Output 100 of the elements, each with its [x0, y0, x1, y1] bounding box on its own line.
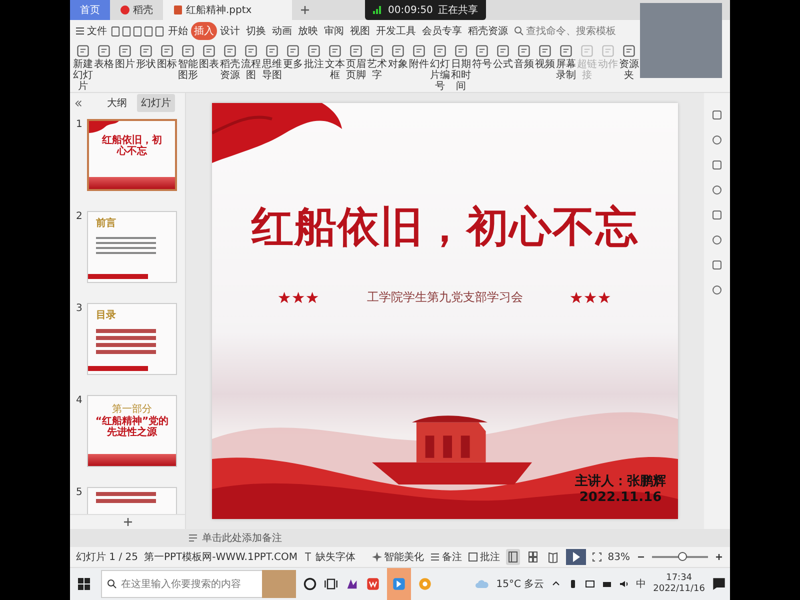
toolbar-button[interactable]: 音频: [514, 44, 534, 70]
collapse-icon[interactable]: [74, 98, 83, 108]
document-icon[interactable]: [122, 26, 131, 36]
sidebar-tool-icon[interactable]: [711, 284, 723, 296]
task-view-icon[interactable]: [324, 577, 338, 591]
toolbar-button[interactable]: 视频: [535, 44, 555, 70]
toolbar-button[interactable]: 智能图形: [178, 44, 198, 81]
app-icon: [392, 577, 406, 591]
toolbar-button[interactable]: 图标: [157, 44, 177, 70]
toolbar-button[interactable]: 幻灯片编号: [430, 44, 450, 92]
document-icon[interactable]: [144, 26, 153, 36]
play-button[interactable]: [566, 549, 586, 565]
app-icon[interactable]: [345, 577, 359, 591]
zoom-in-icon[interactable]: [714, 552, 724, 562]
toolbar-button[interactable]: 文本框: [325, 44, 345, 81]
notes-button[interactable]: 备注: [430, 550, 462, 564]
toolbar-button[interactable]: 屏幕录制: [556, 44, 576, 81]
toolbar-button[interactable]: 对象: [388, 44, 408, 70]
input-method-indicator[interactable]: 中: [636, 577, 646, 591]
toolbar-button[interactable]: 图表: [199, 44, 219, 70]
bar-drawing: [88, 366, 148, 371]
circle-icon[interactable]: [303, 577, 317, 591]
tool-icon: [433, 44, 447, 58]
toolbar-button[interactable]: 附件: [409, 44, 429, 70]
document-icon[interactable]: [111, 26, 120, 36]
menu-tab[interactable]: 插入: [191, 22, 217, 40]
menu-tab[interactable]: 稻壳资源: [465, 22, 511, 40]
toolbar-button[interactable]: 日期和时间: [451, 44, 471, 92]
menu-tab[interactable]: 动画: [269, 22, 295, 40]
missing-fonts-button[interactable]: 缺失字体: [303, 550, 356, 564]
app-icon[interactable]: [366, 577, 380, 591]
toolbar-button[interactable]: 符号: [472, 44, 492, 70]
tool-icon: [349, 44, 363, 58]
fit-icon[interactable]: [592, 552, 602, 562]
toolbar-button[interactable]: 稻壳资源: [220, 44, 240, 81]
comments-button[interactable]: 批注: [468, 550, 500, 564]
windows-logo-icon[interactable]: [78, 578, 90, 590]
slider-thumb[interactable]: [678, 552, 687, 561]
sidebar-tool-icon[interactable]: [711, 209, 723, 221]
toolbar-button[interactable]: 资源夹: [619, 44, 639, 81]
view-button[interactable]: [506, 549, 520, 565]
menu-tab[interactable]: 会员专享: [419, 22, 465, 40]
toolbar-button[interactable]: 批注: [304, 44, 324, 70]
menu-tab[interactable]: 放映: [295, 22, 321, 40]
sidebar-tool-icon[interactable]: [711, 134, 723, 146]
notes-field[interactable]: 单击此处添加备注: [70, 529, 730, 547]
toolbar-button[interactable]: 公式: [493, 44, 513, 70]
toolbar-button[interactable]: 艺术字: [367, 44, 387, 81]
toolbar-button[interactable]: 页眉页脚: [346, 44, 366, 81]
document-icon[interactable]: [155, 26, 164, 36]
search-field[interactable]: 查找命令、搜索模板: [526, 26, 642, 36]
menu-tab[interactable]: 切换: [243, 22, 269, 40]
grid-view-icon: [528, 551, 538, 563]
toolbar-button[interactable]: 更多: [283, 44, 303, 70]
tool-icon: [517, 44, 531, 58]
tool-icon: [475, 44, 489, 58]
sidebar-tool-icon[interactable]: [711, 184, 723, 196]
slide-number: 4: [76, 395, 84, 408]
font-icon: [303, 552, 314, 562]
sidebar-tool-icon[interactable]: [711, 259, 723, 271]
menu-tab[interactable]: 视图: [347, 22, 373, 40]
file-menu[interactable]: 文件: [72, 24, 110, 38]
sidebar-tool-icon[interactable]: [711, 234, 723, 246]
tray-icon[interactable]: [585, 579, 596, 589]
notification-icon[interactable]: [712, 577, 726, 591]
document-tab[interactable]: 首页: [70, 0, 110, 20]
beautify-button[interactable]: 智能美化: [372, 550, 424, 564]
tool-icon: [223, 44, 237, 58]
menu-tab[interactable]: 审阅: [321, 22, 347, 40]
play-icon: [570, 551, 581, 563]
document-tab[interactable]: 红船精神.pptx: [163, 0, 292, 20]
thumbnail-title: 目录: [96, 310, 116, 321]
tool-icon: [97, 44, 111, 58]
template-source: 第一PPT模板网-WWW.1PPT.COM: [144, 550, 298, 564]
slide-thumbnail[interactable]: 第一部分 “红船精神”党的先进性之源: [87, 395, 177, 467]
menu-tab[interactable]: 开发工具: [373, 22, 419, 40]
toolbar-button[interactable]: 图片: [115, 44, 135, 70]
tool-icon: [307, 44, 321, 58]
list-drawing: [96, 329, 156, 354]
toolbar-button[interactable]: 思维导图: [262, 44, 282, 81]
normal-view-icon: [508, 551, 518, 563]
document-icon[interactable]: [133, 26, 142, 36]
tool-icon: [139, 44, 153, 58]
menu-tab[interactable]: 开始: [165, 22, 191, 40]
tool-icon: [391, 44, 405, 58]
toolbar-button[interactable]: 流程图: [241, 44, 261, 81]
panel-tab[interactable]: 幻灯片: [137, 94, 175, 112]
speaker-icon[interactable]: [619, 579, 630, 589]
add-slide-icon[interactable]: [122, 517, 132, 527]
view-button[interactable]: [526, 549, 540, 565]
sidebar-tool-icon[interactable]: [711, 159, 723, 171]
toolbar-button[interactable]: 表格: [94, 44, 114, 70]
slide-thumbnail[interactable]: 红船依旧，初心不忘: [87, 119, 177, 191]
menu-tab[interactable]: 设计: [217, 22, 243, 40]
sidebar-tool-icon[interactable]: [711, 109, 723, 121]
panel-tab[interactable]: 大纲: [103, 94, 131, 112]
toolbar-button[interactable]: 形状: [136, 44, 156, 70]
plus-icon[interactable]: [300, 5, 310, 15]
toolbar-button[interactable]: 新建幻灯片: [73, 44, 93, 92]
tool-icon: [496, 44, 510, 58]
